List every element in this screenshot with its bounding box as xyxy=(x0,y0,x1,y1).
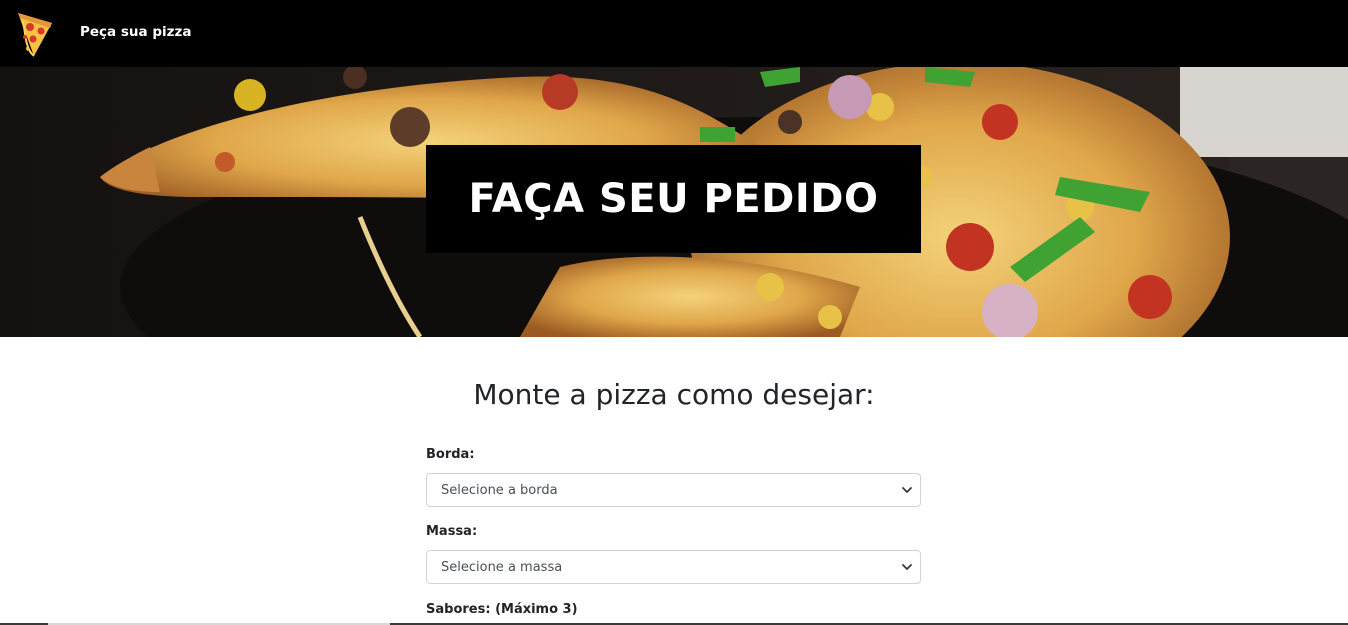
massa-select-value: Selecione a massa xyxy=(441,560,563,575)
borda-select[interactable]: Selecione a borda xyxy=(426,473,921,507)
hero-title: FAÇA SEU PEDIDO xyxy=(468,176,879,222)
chevron-down-icon xyxy=(902,487,912,493)
borda-select-value: Selecione a borda xyxy=(441,483,558,498)
chevron-down-icon xyxy=(902,564,912,570)
form-title: Monte a pizza como desejar: xyxy=(473,378,875,411)
hero-banner: FAÇA SEU PEDIDO xyxy=(0,67,1348,337)
sabores-label: Sabores: (Máximo 3) xyxy=(426,602,578,617)
navbar: Peça sua pizza xyxy=(0,0,1348,67)
borda-label: Borda: xyxy=(426,447,475,462)
hero-title-box: FAÇA SEU PEDIDO xyxy=(426,145,921,253)
pizza-slice-icon[interactable] xyxy=(14,9,56,59)
brand-link[interactable]: Peça sua pizza xyxy=(80,24,191,40)
massa-select[interactable]: Selecione a massa xyxy=(426,550,921,584)
massa-label: Massa: xyxy=(426,524,478,539)
